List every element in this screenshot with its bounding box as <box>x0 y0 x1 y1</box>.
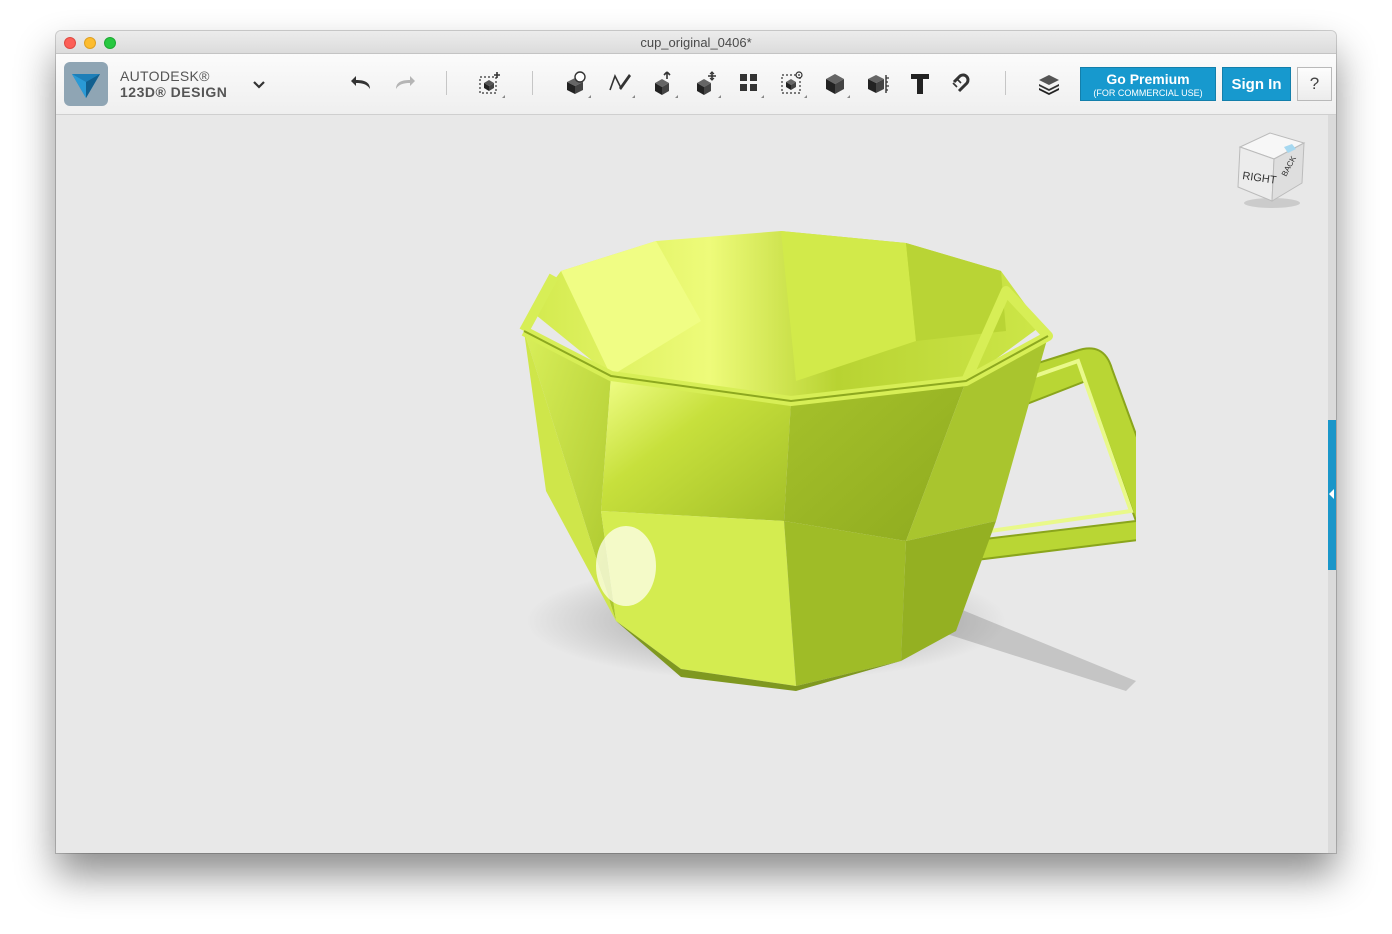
undo-arrow-icon <box>351 76 370 89</box>
combine-button[interactable] <box>818 66 852 100</box>
snap-icon <box>952 73 970 93</box>
construct-icon <box>655 71 671 95</box>
go-premium-button[interactable]: Go Premium (FOR COMMERCIAL USE) <box>1080 67 1216 101</box>
sketch-icon <box>609 73 631 91</box>
grouping-button[interactable] <box>775 66 809 100</box>
transform-icon <box>479 72 500 94</box>
brand-name: AUTODESK® <box>120 68 210 84</box>
toolbar-separator <box>446 71 447 95</box>
primitives-icon <box>567 71 586 94</box>
window-title: cup_original_0406* <box>640 35 752 50</box>
materials-button[interactable] <box>1032 66 1066 100</box>
pattern-button[interactable] <box>732 66 766 100</box>
app-window: cup_original_0406* AUTODESK® 123D® DESIG… <box>56 31 1336 853</box>
go-premium-sublabel: (FOR COMMERCIAL USE) <box>1093 88 1203 98</box>
sign-in-button[interactable]: Sign In <box>1222 67 1291 101</box>
go-premium-label: Go Premium <box>1106 71 1190 87</box>
text-button[interactable] <box>903 66 937 100</box>
redo-button[interactable] <box>387 66 421 100</box>
grouping-icon <box>781 71 803 94</box>
transform-button[interactable] <box>473 66 507 100</box>
sketch-button[interactable] <box>603 66 637 100</box>
snap-button[interactable] <box>946 66 980 100</box>
pattern-icon <box>740 74 757 91</box>
main-toolbar: AUTODESK® 123D® DESIGN Go Premium (FOR C… <box>56 54 1336 115</box>
help-button[interactable]: ? <box>1297 67 1332 101</box>
expand-arrow-icon <box>1329 489 1334 499</box>
layers-icon <box>1039 75 1059 95</box>
toolbar-separator <box>532 71 533 95</box>
view-cube[interactable]: RIGHT BACK <box>1232 129 1314 211</box>
title-bar: cup_original_0406* <box>56 31 1336 54</box>
measure-icon <box>868 75 889 93</box>
combine-icon <box>826 74 844 94</box>
undo-button[interactable] <box>345 66 379 100</box>
autodesk-123d-logo-icon <box>64 62 108 106</box>
construct-button[interactable] <box>646 66 680 100</box>
redo-arrow-icon <box>396 76 415 89</box>
measure-button[interactable] <box>861 66 895 100</box>
primitives-button[interactable] <box>559 66 593 100</box>
text-icon <box>911 74 929 94</box>
cup-model[interactable] <box>436 191 1136 711</box>
modify-icon <box>697 71 716 95</box>
product-name: 123D® DESIGN <box>120 84 228 100</box>
modify-button[interactable] <box>689 66 723 100</box>
app-menu-chevron-down-icon[interactable] <box>252 78 266 92</box>
toolbar-separator <box>1005 71 1006 95</box>
